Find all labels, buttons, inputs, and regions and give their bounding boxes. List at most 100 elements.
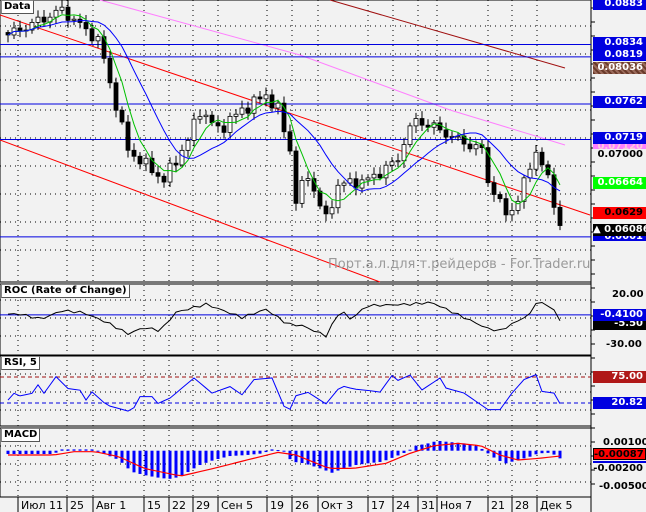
candle-body (71, 18, 77, 21)
macd-histogram-bar (96, 450, 100, 452)
panel-rsi (0, 355, 592, 427)
candle-body (335, 184, 341, 209)
macd-histogram-bar (414, 445, 418, 451)
candle-body (527, 168, 533, 179)
candle-body (161, 175, 167, 183)
candle-body (323, 205, 329, 215)
macd-histogram-bar (354, 450, 358, 465)
macd-histogram-bar (264, 450, 268, 453)
candle-body (59, 6, 65, 11)
date-label: 15 (147, 499, 161, 512)
candle-body (131, 149, 137, 157)
macd-histogram-bar (510, 450, 514, 462)
macd-histogram-bar (84, 449, 88, 451)
candle-body (503, 198, 509, 216)
candle-body (551, 174, 557, 208)
roc-panel-title: ROC (Rate of Change) (1, 284, 130, 298)
candle-body (53, 9, 59, 18)
candle-body (365, 177, 371, 181)
candle-body (377, 173, 383, 179)
candle-body (539, 151, 545, 166)
candle-body (125, 121, 131, 151)
macd-histogram-bar (198, 450, 202, 465)
trading-chart-window: Data ROC (Rate of Change) RSI, 5 MACD По… (0, 0, 646, 512)
candle-body (65, 6, 71, 21)
candle-body (167, 162, 173, 183)
rsi-current-label: 20.82 (593, 397, 646, 409)
macd-histogram-bar (288, 450, 292, 460)
candle-body (293, 150, 299, 204)
macd-histogram-bar (342, 450, 346, 469)
macd-histogram-bar (144, 450, 148, 476)
macd-histogram-bar (558, 450, 562, 459)
date-label: 31 (421, 499, 435, 512)
candle-body (533, 151, 539, 170)
candle-body (557, 206, 563, 226)
macd-histogram-bar (468, 444, 472, 451)
candle-body (401, 144, 407, 162)
macd-histogram-bar (402, 450, 406, 453)
macd-histogram-bar (234, 450, 238, 456)
candle-body (371, 173, 377, 179)
macd-histogram-bar (246, 450, 250, 455)
macd-histogram-bar (90, 449, 94, 451)
price-label-0834: 0.0834 (593, 37, 646, 49)
date-label: 17 (371, 499, 385, 512)
macd-histogram-bar (210, 450, 214, 461)
candle-body (203, 114, 209, 118)
candle-body (221, 125, 227, 133)
macd-histogram-bar (18, 450, 22, 455)
macd-histogram-bar (258, 450, 262, 454)
chart-canvas[interactable] (0, 0, 646, 512)
macd-histogram-bar (336, 450, 340, 471)
macd-histogram-bar (390, 450, 394, 458)
price-label-current: ▲ 0.06086 (593, 224, 646, 236)
date-label: 19 (270, 499, 284, 512)
candle-body (287, 131, 293, 152)
candle-body (257, 96, 263, 100)
macd-histogram-bar (36, 450, 40, 455)
macd-histogram-bar (486, 450, 490, 454)
macd-histogram-bar (60, 449, 64, 451)
macd-histogram-bar (522, 450, 526, 459)
macd-histogram-bar (534, 450, 538, 455)
macd-histogram-bar (330, 450, 334, 473)
macd-histogram-bar (408, 449, 412, 451)
macd-histogram-bar (114, 450, 118, 459)
macd-histogram-bar (378, 450, 382, 462)
date-label: 24 (396, 499, 410, 512)
macd-histogram-bar (252, 450, 256, 455)
candle-body (173, 162, 179, 166)
date-label: 21 (491, 499, 505, 512)
candle-body (89, 28, 95, 42)
candle-body (197, 116, 203, 120)
date-label: Авг 1 (96, 499, 127, 512)
panel-main (0, 0, 592, 283)
macd-histogram-bar (162, 450, 166, 479)
macd-histogram-bar (150, 450, 154, 477)
main-panel-title: Data (1, 0, 34, 14)
macd-histogram-bar (228, 450, 232, 457)
candle-body (521, 177, 527, 202)
candle-body (209, 114, 215, 124)
macd-histogram-bar (474, 446, 478, 451)
macd-histogram-bar (306, 450, 310, 465)
macd-histogram-bar (384, 450, 388, 461)
macd-histogram-bar (270, 449, 274, 451)
candle-body (239, 107, 245, 115)
candle-body (155, 172, 161, 177)
price-axis-0700: 0.07000 (597, 149, 643, 160)
candle-body (467, 143, 473, 150)
macd-current-label: -0.00087 (593, 448, 646, 460)
macd-histogram-bar (204, 450, 208, 463)
macd-histogram-bar (366, 450, 370, 464)
macd-histogram-bar (174, 450, 178, 478)
price-label-0762: 0.0762 (593, 96, 646, 108)
candle-body (329, 207, 335, 215)
candle-body (419, 118, 425, 126)
candle-body (143, 157, 149, 165)
candle-body (263, 94, 269, 100)
macd-axis-top: 0.00100 (603, 437, 646, 448)
roc-current-label: -0.4100 (593, 309, 646, 321)
macd-histogram-bar (312, 450, 316, 467)
